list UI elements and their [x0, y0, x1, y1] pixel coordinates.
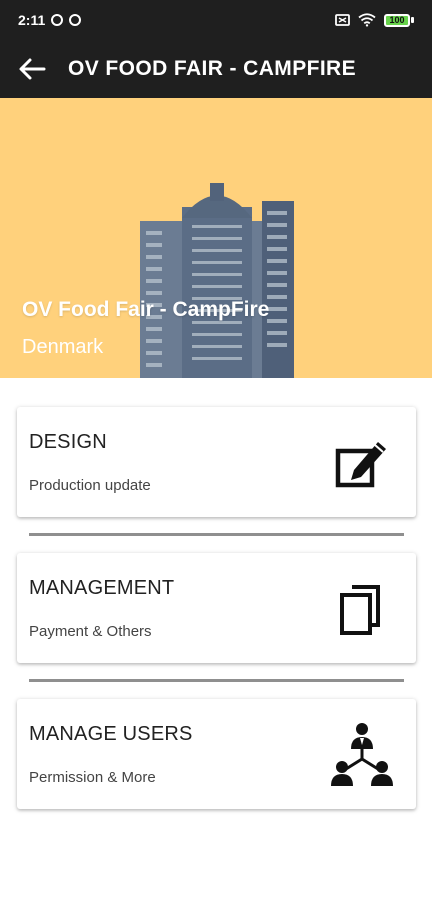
card-title: MANAGEMENT: [29, 577, 175, 599]
card-subtitle: Payment & Others: [29, 623, 152, 640]
app-bar: OV FOOD FAIR - CAMPFIRE: [0, 40, 432, 98]
app-title: OV FOOD FAIR - CAMPFIRE: [68, 57, 357, 80]
card-title: MANAGE USERS: [29, 723, 193, 745]
management-card[interactable]: MANAGEMENT Payment & Others: [17, 553, 416, 663]
status-bar: 2:11 100: [0, 0, 432, 40]
event-title: OV Food Fair - CampFire: [22, 298, 270, 321]
users-network-icon: [331, 723, 393, 786]
notification-icon: [51, 14, 64, 26]
divider: [29, 533, 404, 536]
card-subtitle: Production update: [29, 477, 151, 494]
status-right: 100: [335, 13, 414, 27]
back-button[interactable]: [16, 53, 48, 85]
design-card[interactable]: DESIGN Production update: [17, 407, 416, 517]
arrow-left-icon: [19, 58, 46, 80]
divider: [29, 679, 404, 682]
copy-documents-icon: [340, 585, 380, 635]
card-title: DESIGN: [29, 431, 107, 453]
manage-users-card[interactable]: MANAGE USERS Permission & More: [17, 699, 416, 809]
card-subtitle: Permission & More: [29, 769, 156, 786]
wifi-icon: [358, 13, 376, 27]
building-image: [140, 183, 294, 378]
status-time: 2:11: [18, 12, 46, 28]
sim-card-icon: [335, 14, 350, 26]
event-location: Denmark: [22, 336, 104, 358]
status-left: 2:11: [18, 12, 82, 28]
notification-icon: [69, 14, 82, 26]
battery-level: 100: [384, 13, 410, 27]
event-banner: OV Food Fair - CampFire Denmark: [0, 98, 432, 378]
edit-icon: [335, 442, 386, 488]
battery-icon: 100: [384, 13, 414, 27]
